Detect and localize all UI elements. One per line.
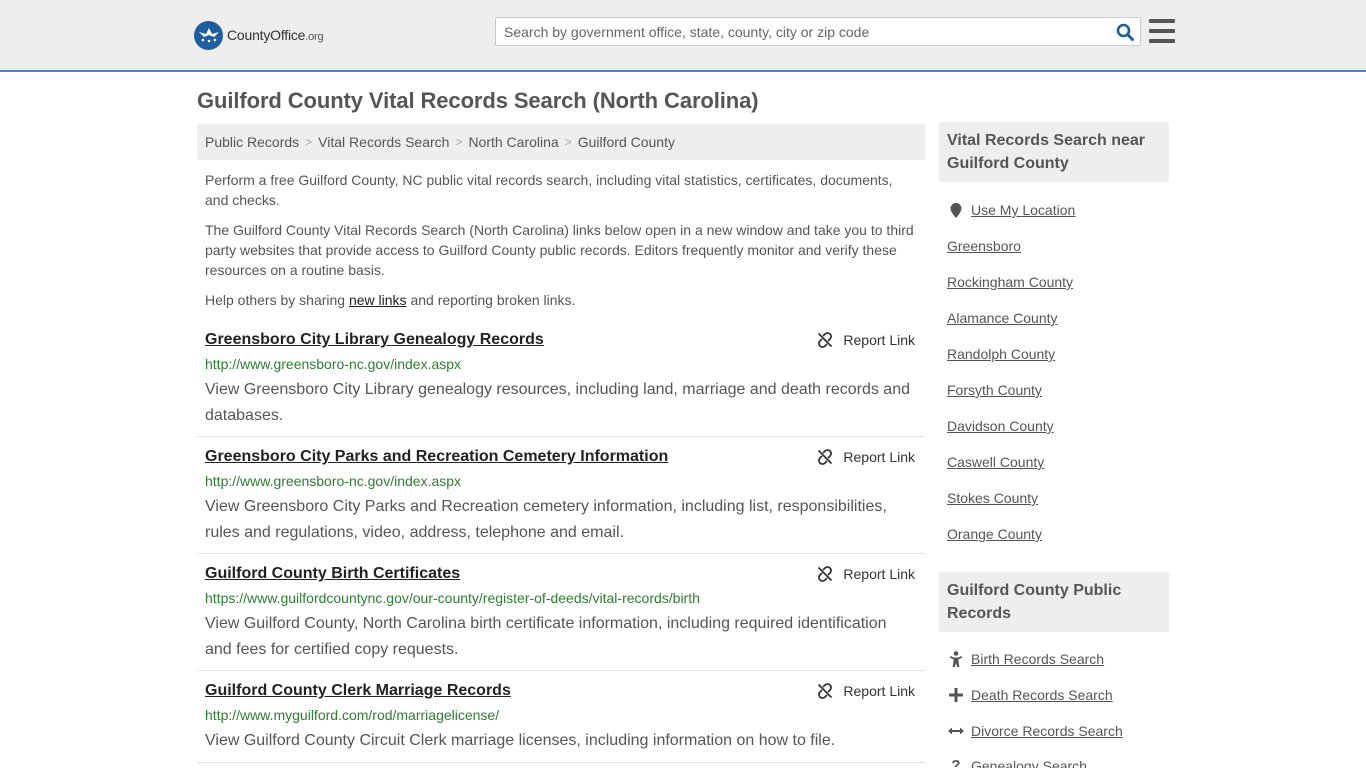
report-link-button[interactable]: Report Link (817, 332, 915, 348)
breadcrumb-vital-records-search[interactable]: Vital Records Search (318, 134, 449, 150)
result-description: View Greensboro City Parks and Recreatio… (205, 498, 887, 541)
result-description: View Greensboro City Library genealogy r… (205, 381, 910, 424)
result-title-link[interactable]: Greensboro City Library Genealogy Record… (205, 331, 544, 349)
result-url: http://www.greensboro-nc.gov/index.aspx (205, 356, 462, 372)
result-title-link[interactable]: Greensboro City Parks and Recreation Cem… (205, 448, 668, 466)
sidebar-link-orange-county[interactable]: Orange County (947, 526, 1042, 542)
cross-icon (947, 688, 965, 702)
search-input[interactable] (496, 18, 1110, 45)
breadcrumb-north-carolina[interactable]: North Carolina (468, 134, 558, 150)
search-bar (495, 17, 1141, 46)
logo-seal-icon (194, 20, 223, 50)
sidebar-link-alamance-county[interactable]: Alamance County (947, 310, 1058, 326)
map-pin-icon (947, 202, 965, 218)
result-divider (197, 553, 925, 554)
result-divider (197, 436, 925, 437)
sidebar-link-stokes-county[interactable]: Stokes County (947, 490, 1038, 506)
search-icon (1116, 23, 1134, 41)
use-my-location-link[interactable]: Use My Location (947, 202, 1075, 218)
question-icon: ? (951, 757, 961, 768)
logo-wordmark: CountyOffice.org (227, 27, 324, 43)
share-paragraph: Help others by sharing new links and rep… (205, 292, 576, 308)
page-title: Guilford County Vital Records Search (No… (197, 88, 759, 113)
site-logo[interactable]: CountyOffice.org (194, 20, 324, 50)
breadcrumb-separator-icon: > (564, 135, 572, 149)
sidebar-link-death-records-search[interactable]: Death Records Search (947, 687, 1113, 703)
result-title-link[interactable]: Guilford County Clerk Marriage Records (205, 682, 511, 700)
breadcrumb-guilford-county[interactable]: Guilford County (578, 134, 675, 150)
sidebar-link-greensboro[interactable]: Greensboro (947, 238, 1021, 254)
search-button[interactable] (1110, 18, 1140, 45)
sidebar-link-genealogy-search[interactable]: ? Genealogy Search (947, 757, 1087, 768)
result-description: View Guilford County Circuit Clerk marri… (205, 732, 836, 749)
report-link-button[interactable]: Report Link (817, 449, 915, 465)
result-url: http://www.greensboro-nc.gov/index.aspx (205, 473, 462, 489)
result-divider (197, 670, 925, 671)
broken-link-icon (818, 683, 833, 699)
breadcrumb: Public Records > Vital Records Search > … (197, 124, 925, 160)
result-url: https://www.guilfordcountync.gov/our-cou… (205, 590, 700, 606)
result-url: http://www.myguilford.com/rod/marriageli… (205, 707, 500, 723)
broken-link-icon (818, 332, 833, 348)
breadcrumb-separator-icon: > (305, 135, 313, 149)
result-description: View Guilford County, North Carolina bir… (205, 615, 887, 658)
new-links-link[interactable]: new links (349, 292, 407, 308)
sidebar-link-davidson-county[interactable]: Davidson County (947, 418, 1054, 434)
sidebar-link-divorce-records-search[interactable]: Divorce Records Search (947, 723, 1123, 739)
report-link-button[interactable]: Report Link (817, 683, 915, 699)
broken-link-icon (818, 566, 833, 582)
site-header: CountyOffice.org (0, 0, 1366, 72)
result-title-link[interactable]: Guilford County Birth Certificates (205, 565, 460, 583)
hamburger-menu-icon[interactable] (1149, 19, 1175, 43)
sidebar-near-heading: Vital Records Search near Guilford Count… (939, 122, 1169, 182)
sidebar-link-randolph-county[interactable]: Randolph County (947, 346, 1055, 362)
sidebar-link-rockingham-county[interactable]: Rockingham County (947, 274, 1073, 290)
result-divider (197, 762, 925, 763)
sidebar-link-caswell-county[interactable]: Caswell County (947, 454, 1044, 470)
disclaimer-paragraph: The Guilford County Vital Records Search… (205, 222, 914, 278)
breadcrumb-public-records[interactable]: Public Records (205, 134, 299, 150)
report-link-button[interactable]: Report Link (817, 566, 915, 582)
breadcrumb-separator-icon: > (455, 135, 463, 149)
child-icon (947, 651, 965, 667)
arrows-horizontal-icon (947, 726, 965, 736)
broken-link-icon (818, 449, 833, 465)
sidebar-public-records-heading: Guilford County Public Records (939, 572, 1169, 632)
sidebar-link-forsyth-county[interactable]: Forsyth County (947, 382, 1042, 398)
sidebar-link-birth-records-search[interactable]: Birth Records Search (947, 651, 1104, 667)
intro-paragraph: Perform a free Guilford County, NC publi… (205, 172, 893, 208)
